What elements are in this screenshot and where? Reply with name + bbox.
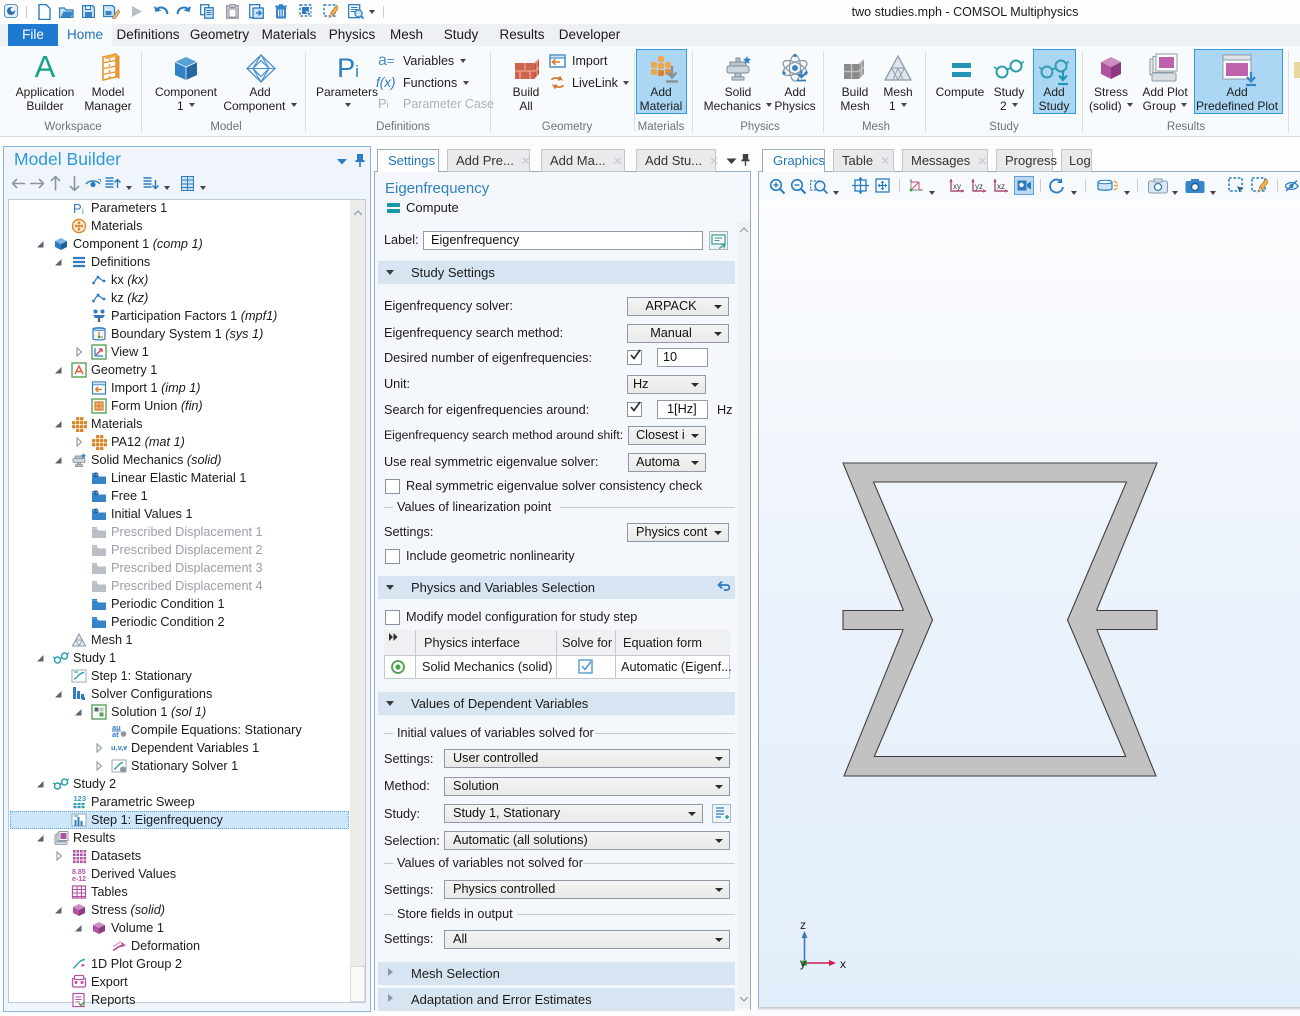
- svg-text:123: 123: [74, 794, 87, 803]
- svg-text:D: D: [94, 508, 99, 515]
- svg-text:P: P: [73, 201, 82, 216]
- svg-text:xy: xy: [953, 182, 961, 191]
- svg-text:i: i: [82, 207, 84, 216]
- svg-text:yz: yz: [975, 182, 983, 191]
- svg-text:u,v,w: u,v,w: [111, 743, 127, 752]
- svg-text:z: z: [800, 918, 806, 932]
- svg-text:D: D: [94, 472, 99, 479]
- svg-text:e-12: e-12: [72, 876, 86, 882]
- svg-text:xz: xz: [997, 182, 1005, 191]
- svg-text:x: x: [840, 957, 846, 971]
- svg-text:y: y: [800, 956, 806, 970]
- svg-text:8.85: 8.85: [72, 869, 86, 876]
- svg-text:D: D: [94, 490, 99, 497]
